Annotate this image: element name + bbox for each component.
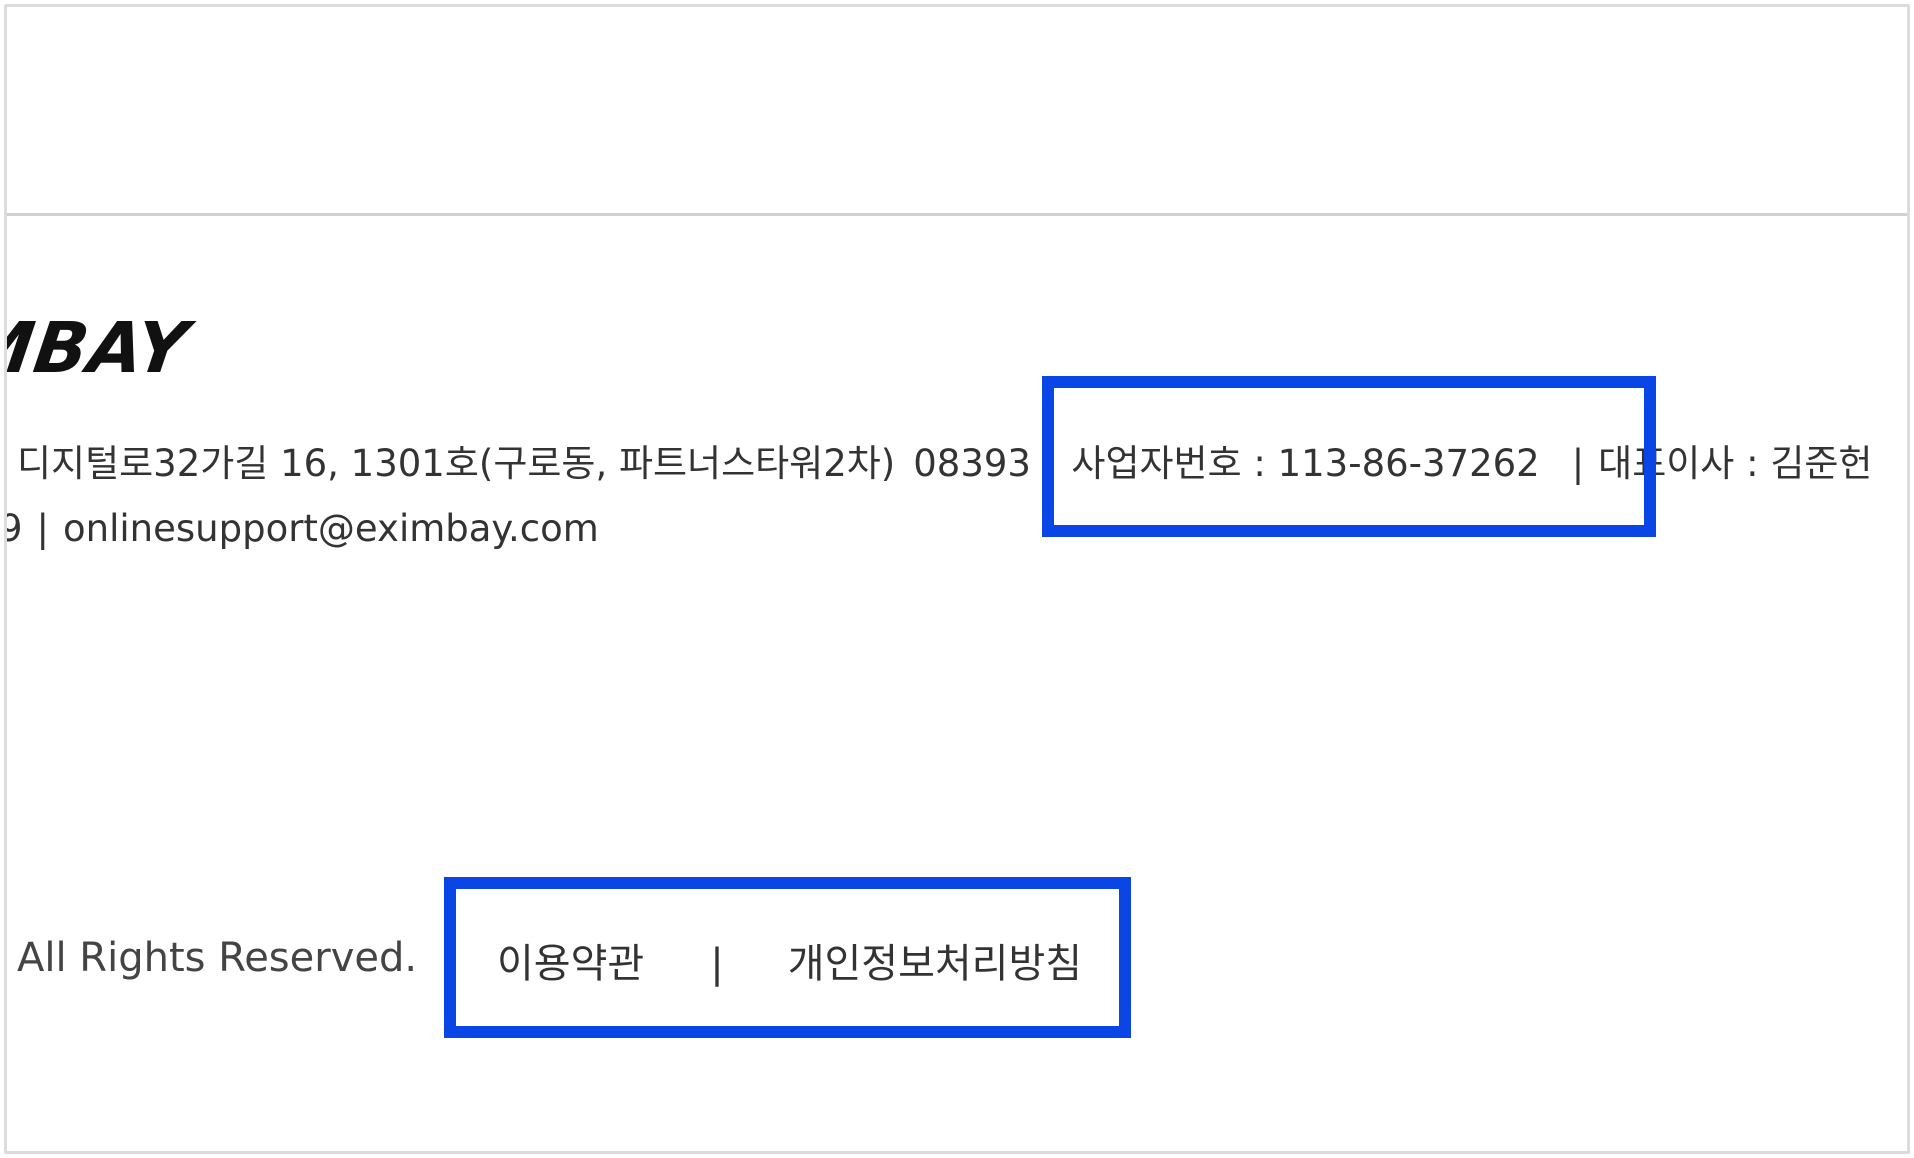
company-address: 디지털로32가길 16, 1301호(구로동, 파트너스타워2차) <box>17 442 896 485</box>
postal-code: 08393 <box>913 442 1031 485</box>
footer-links: 이용약관 | 개인정보처리방침 <box>497 931 1082 989</box>
info-separator: | <box>1044 442 1058 485</box>
eximbay-logo: IMBAY <box>4 307 194 389</box>
privacy-policy-link[interactable]: 개인정보처리방침 <box>788 941 1082 987</box>
terms-of-use-link[interactable]: 이용약관 <box>497 941 644 987</box>
phone-number-fragment: 9 <box>7 507 23 550</box>
company-info-line-1: 디지털로32가길 16, 1301호(구로동, 파트너스타워2차) 08393 | 사… <box>17 433 1872 487</box>
info-separator: | <box>36 507 50 550</box>
company-info-line-2: 9 | onlinesupport@eximbay.com <box>7 507 599 550</box>
footer-frame: IMBAY 디지털로32가길 16, 1301호(구로동, 파트너스타워2차) 0… <box>4 4 1910 1154</box>
support-email[interactable]: onlinesupport@eximbay.com <box>63 507 599 550</box>
info-separator: | <box>1571 442 1585 485</box>
copyright-text: All Rights Reserved. <box>17 935 418 981</box>
ceo-name: 대표이사 : 김준헌 <box>1598 442 1873 485</box>
business-number: 사업자번호 : 113-86-37262 <box>1071 442 1540 485</box>
top-divider <box>7 213 1907 216</box>
link-separator: | <box>710 941 724 987</box>
